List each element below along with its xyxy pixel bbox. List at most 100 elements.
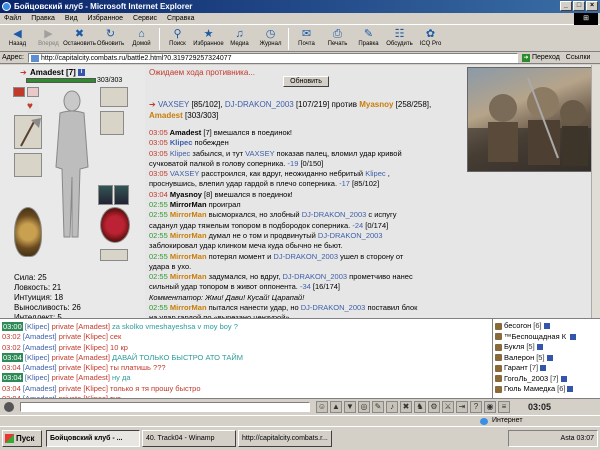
chat-sender[interactable]: [Klipec] <box>25 322 50 331</box>
online-user[interactable]: ГогоЛь_2003 [7] <box>493 374 600 385</box>
round-shield-slot-icon[interactable] <box>100 207 130 243</box>
chat-icon[interactable]: ✎ <box>372 401 384 413</box>
gear-icon[interactable]: ⚙ <box>428 401 440 413</box>
close-button[interactable]: × <box>586 1 598 11</box>
down-icon[interactable]: ▼ <box>344 401 356 413</box>
toolbar-button[interactable]: ▶ Вперед <box>33 26 64 47</box>
links-button[interactable]: Ссылки <box>566 54 591 61</box>
chat-recipient[interactable]: private [Amadest] <box>52 373 110 382</box>
chat-recipient[interactable]: private [Klipec] <box>59 343 108 352</box>
online-user[interactable]: ™Беспощадная К <box>493 332 600 343</box>
menu-item[interactable]: Файл <box>4 15 21 22</box>
chat-recipient[interactable]: private [Klipec] <box>59 363 108 372</box>
chat-sender[interactable]: [Klipec] <box>25 353 50 362</box>
rune-slot-icon[interactable] <box>27 87 39 97</box>
info-icon[interactable] <box>546 354 553 361</box>
menu-item[interactable]: Правка <box>31 15 55 22</box>
menu-item[interactable]: Избранное <box>88 15 123 22</box>
sword-icon[interactable]: ⚔ <box>442 401 454 413</box>
minimize-button[interactable]: _ <box>560 1 572 11</box>
clear-icon[interactable]: ✖ <box>400 401 412 413</box>
stat-line: Сила: 25 <box>14 273 47 282</box>
toolbar-button[interactable]: ☷ Обсудить <box>384 26 415 47</box>
chat-sender[interactable]: [Amadest] <box>23 343 57 352</box>
smile-icon[interactable]: ☺ <box>316 401 328 413</box>
info-icon[interactable] <box>567 386 574 393</box>
toolbar-button[interactable]: ✉ Почта <box>291 26 322 47</box>
fighter-name[interactable]: Amadest <box>149 111 183 120</box>
character-nick[interactable]: Amadest [7] i <box>30 68 86 77</box>
toolbar-button[interactable]: ✎ Правка <box>353 26 384 47</box>
walk-icon[interactable]: ♞ <box>414 401 426 413</box>
online-user[interactable]: Букля [5] <box>493 342 600 353</box>
taskbar-task[interactable]: 40. Track04 - Winamp <box>142 430 236 447</box>
toolbar-button[interactable]: ⎙ Печать <box>322 26 353 47</box>
toolbar-button[interactable]: ♫ Медиа <box>224 26 255 47</box>
log-segment: 03:05 <box>149 128 168 137</box>
chat-mode-icon[interactable] <box>4 402 14 412</box>
start-button[interactable]: Пуск <box>2 430 42 447</box>
refresh-button[interactable]: Обновить <box>283 76 329 87</box>
info-icon[interactable] <box>560 375 567 382</box>
toolbar-button[interactable]: ★ Избранное <box>193 26 224 47</box>
taskbar-task[interactable]: http://capitalcity.combats.r... <box>238 430 332 447</box>
chat-sender[interactable]: [Amadest] <box>23 332 57 341</box>
exit-icon[interactable]: ⇥ <box>456 401 468 413</box>
helmet-slot-icon[interactable] <box>100 87 128 107</box>
menu-item[interactable]: Вид <box>65 15 78 22</box>
online-user[interactable]: Гарант [7] <box>493 363 600 374</box>
toolbar-button[interactable]: ✖ Остановить <box>63 26 96 47</box>
toolbar-button[interactable]: ⚲ Поиск <box>162 26 193 47</box>
chat-recipient[interactable]: private [Klipec] <box>59 332 108 341</box>
boots-slot-icon[interactable] <box>100 249 128 261</box>
log-segment: сучковатой палкой в голову соперника. <box>149 158 288 168</box>
online-user[interactable]: Валерон [5] <box>493 353 600 364</box>
menu-item[interactable]: Справка <box>167 15 194 22</box>
taskbar-task[interactable]: Бойцовский клуб - ... <box>46 430 140 447</box>
menu-icon[interactable]: ≡ <box>498 401 510 413</box>
sound-icon[interactable]: ♪ <box>386 401 398 413</box>
ring-slot-icon[interactable] <box>114 185 129 205</box>
fighter-name[interactable]: VAXSEY <box>158 100 189 109</box>
address-input[interactable]: http://capitalcity.combats.ru/battle2.ht… <box>27 52 518 63</box>
online-user[interactable]: бесогон [6] <box>493 321 600 332</box>
chat-time: 03:04 <box>2 373 23 383</box>
chat-sender[interactable]: [Klipec] <box>25 373 50 382</box>
heart-icon[interactable]: ♥ <box>27 101 39 113</box>
toolbar-button[interactable]: ✿ ICQ Pro <box>415 26 446 47</box>
page-scrollbar[interactable] <box>591 65 600 318</box>
toolbar-button[interactable]: ◀ Назад <box>2 26 33 47</box>
toolbar-button[interactable]: ◷ Журнал <box>255 26 286 47</box>
toolbar-button[interactable]: ⌂ Домой <box>126 26 157 47</box>
chat-sender[interactable]: [Amadest] <box>23 384 57 393</box>
chat-sender[interactable]: [Amadest] <box>23 363 57 372</box>
discuss-icon: ☷ <box>394 28 405 40</box>
maximize-button[interactable]: □ <box>573 1 585 11</box>
info-icon[interactable] <box>543 323 550 330</box>
info-icon[interactable] <box>536 344 543 351</box>
go-button[interactable]: ➜ Переход <box>521 53 560 62</box>
rune-slot-icon[interactable] <box>13 87 25 97</box>
chat-recipient[interactable]: private [Klipec] <box>59 384 108 393</box>
chat-recipient[interactable]: private [Amadest] <box>52 322 110 331</box>
help-icon[interactable]: ? <box>470 401 482 413</box>
menu-item[interactable]: Сервис <box>133 15 157 22</box>
chat-input[interactable] <box>20 402 310 412</box>
gloves-slot-icon[interactable] <box>100 111 124 135</box>
toolbar-button[interactable]: ↻ Обновить <box>95 26 126 47</box>
world-icon[interactable]: ◉ <box>484 401 496 413</box>
info-icon[interactable] <box>540 365 547 372</box>
fighter-name[interactable]: DJ-DRAKON_2003 <box>225 100 294 109</box>
filter-icon[interactable]: ◎ <box>358 401 370 413</box>
ring-slot-icon[interactable] <box>98 185 113 205</box>
up-icon[interactable]: ▲ <box>330 401 342 413</box>
info-icon[interactable] <box>570 333 577 340</box>
online-user[interactable]: Гюль Мамедка [6] <box>493 384 600 395</box>
weapon-slot-axe-icon[interactable] <box>14 115 42 149</box>
armor-slot-icon[interactable] <box>14 153 42 177</box>
log-segment: [0/174] <box>363 220 389 230</box>
shield-slot-icon[interactable] <box>14 207 42 257</box>
fighter-name[interactable]: Myasnoy <box>359 100 393 109</box>
info-icon[interactable]: i <box>78 69 86 77</box>
chat-recipient[interactable]: private [Amadest] <box>52 353 110 362</box>
